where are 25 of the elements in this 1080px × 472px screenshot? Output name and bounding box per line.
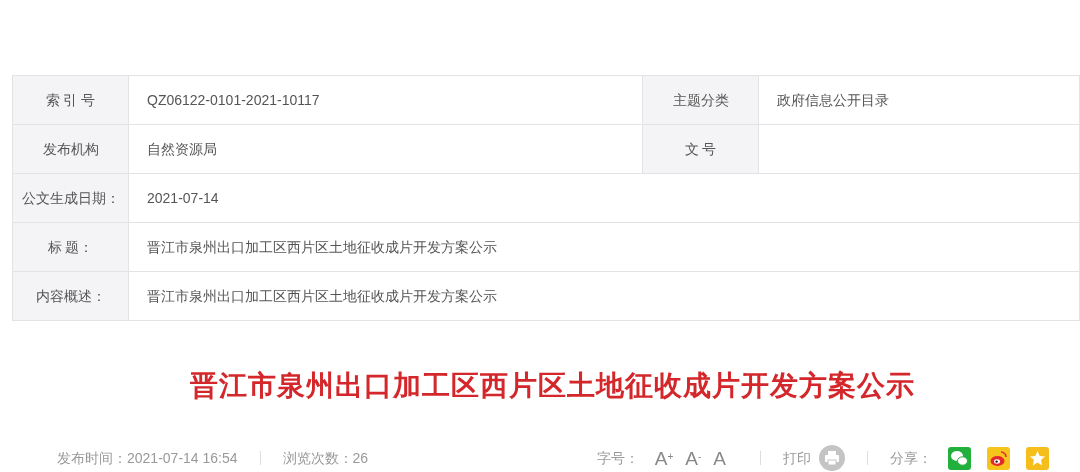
field-label: 发布机构	[13, 125, 129, 174]
meta-text: 浏览次数：26	[282, 448, 369, 468]
share-label: 分享：	[890, 448, 932, 468]
field-label: 文 号	[643, 125, 759, 174]
print-icon[interactable]	[819, 445, 845, 471]
field-value: QZ06122-0101-2021-10117	[129, 76, 643, 125]
font-size-button[interactable]: A$^{+}$	[654, 448, 674, 468]
field-label: 公文生成日期：	[13, 174, 129, 223]
font-size-button[interactable]: A	[713, 448, 726, 468]
font-size-button[interactable]: A$^{-}$	[685, 448, 702, 468]
field-label: 主题分类	[643, 76, 759, 125]
chat-bubbles-icon[interactable]	[948, 446, 971, 470]
meta-text: 发布时间：2021-07-14 16:54	[57, 448, 238, 468]
field-value: 自然资源局	[129, 125, 643, 174]
eye-icon[interactable]	[987, 446, 1010, 470]
article-title: 晋江市泉州出口加工区西片区土地征收成片开发方案公示	[188, 369, 916, 403]
field-value: 晋江市泉州出口加工区西片区土地征收成片开发方案公示	[129, 272, 1080, 321]
field-value: 晋江市泉州出口加工区西片区土地征收成片开发方案公示	[129, 223, 1080, 272]
font-size-label: 字号：	[596, 448, 639, 468]
field-value: 政府信息公开目录	[759, 76, 1080, 125]
field-label: 标 题：	[13, 223, 129, 272]
field-label: 索 引 号	[13, 76, 129, 125]
print-label: 打印	[783, 448, 811, 468]
field-value: 2021-07-14	[129, 174, 1080, 223]
field-label: 内容概述：	[13, 272, 129, 321]
